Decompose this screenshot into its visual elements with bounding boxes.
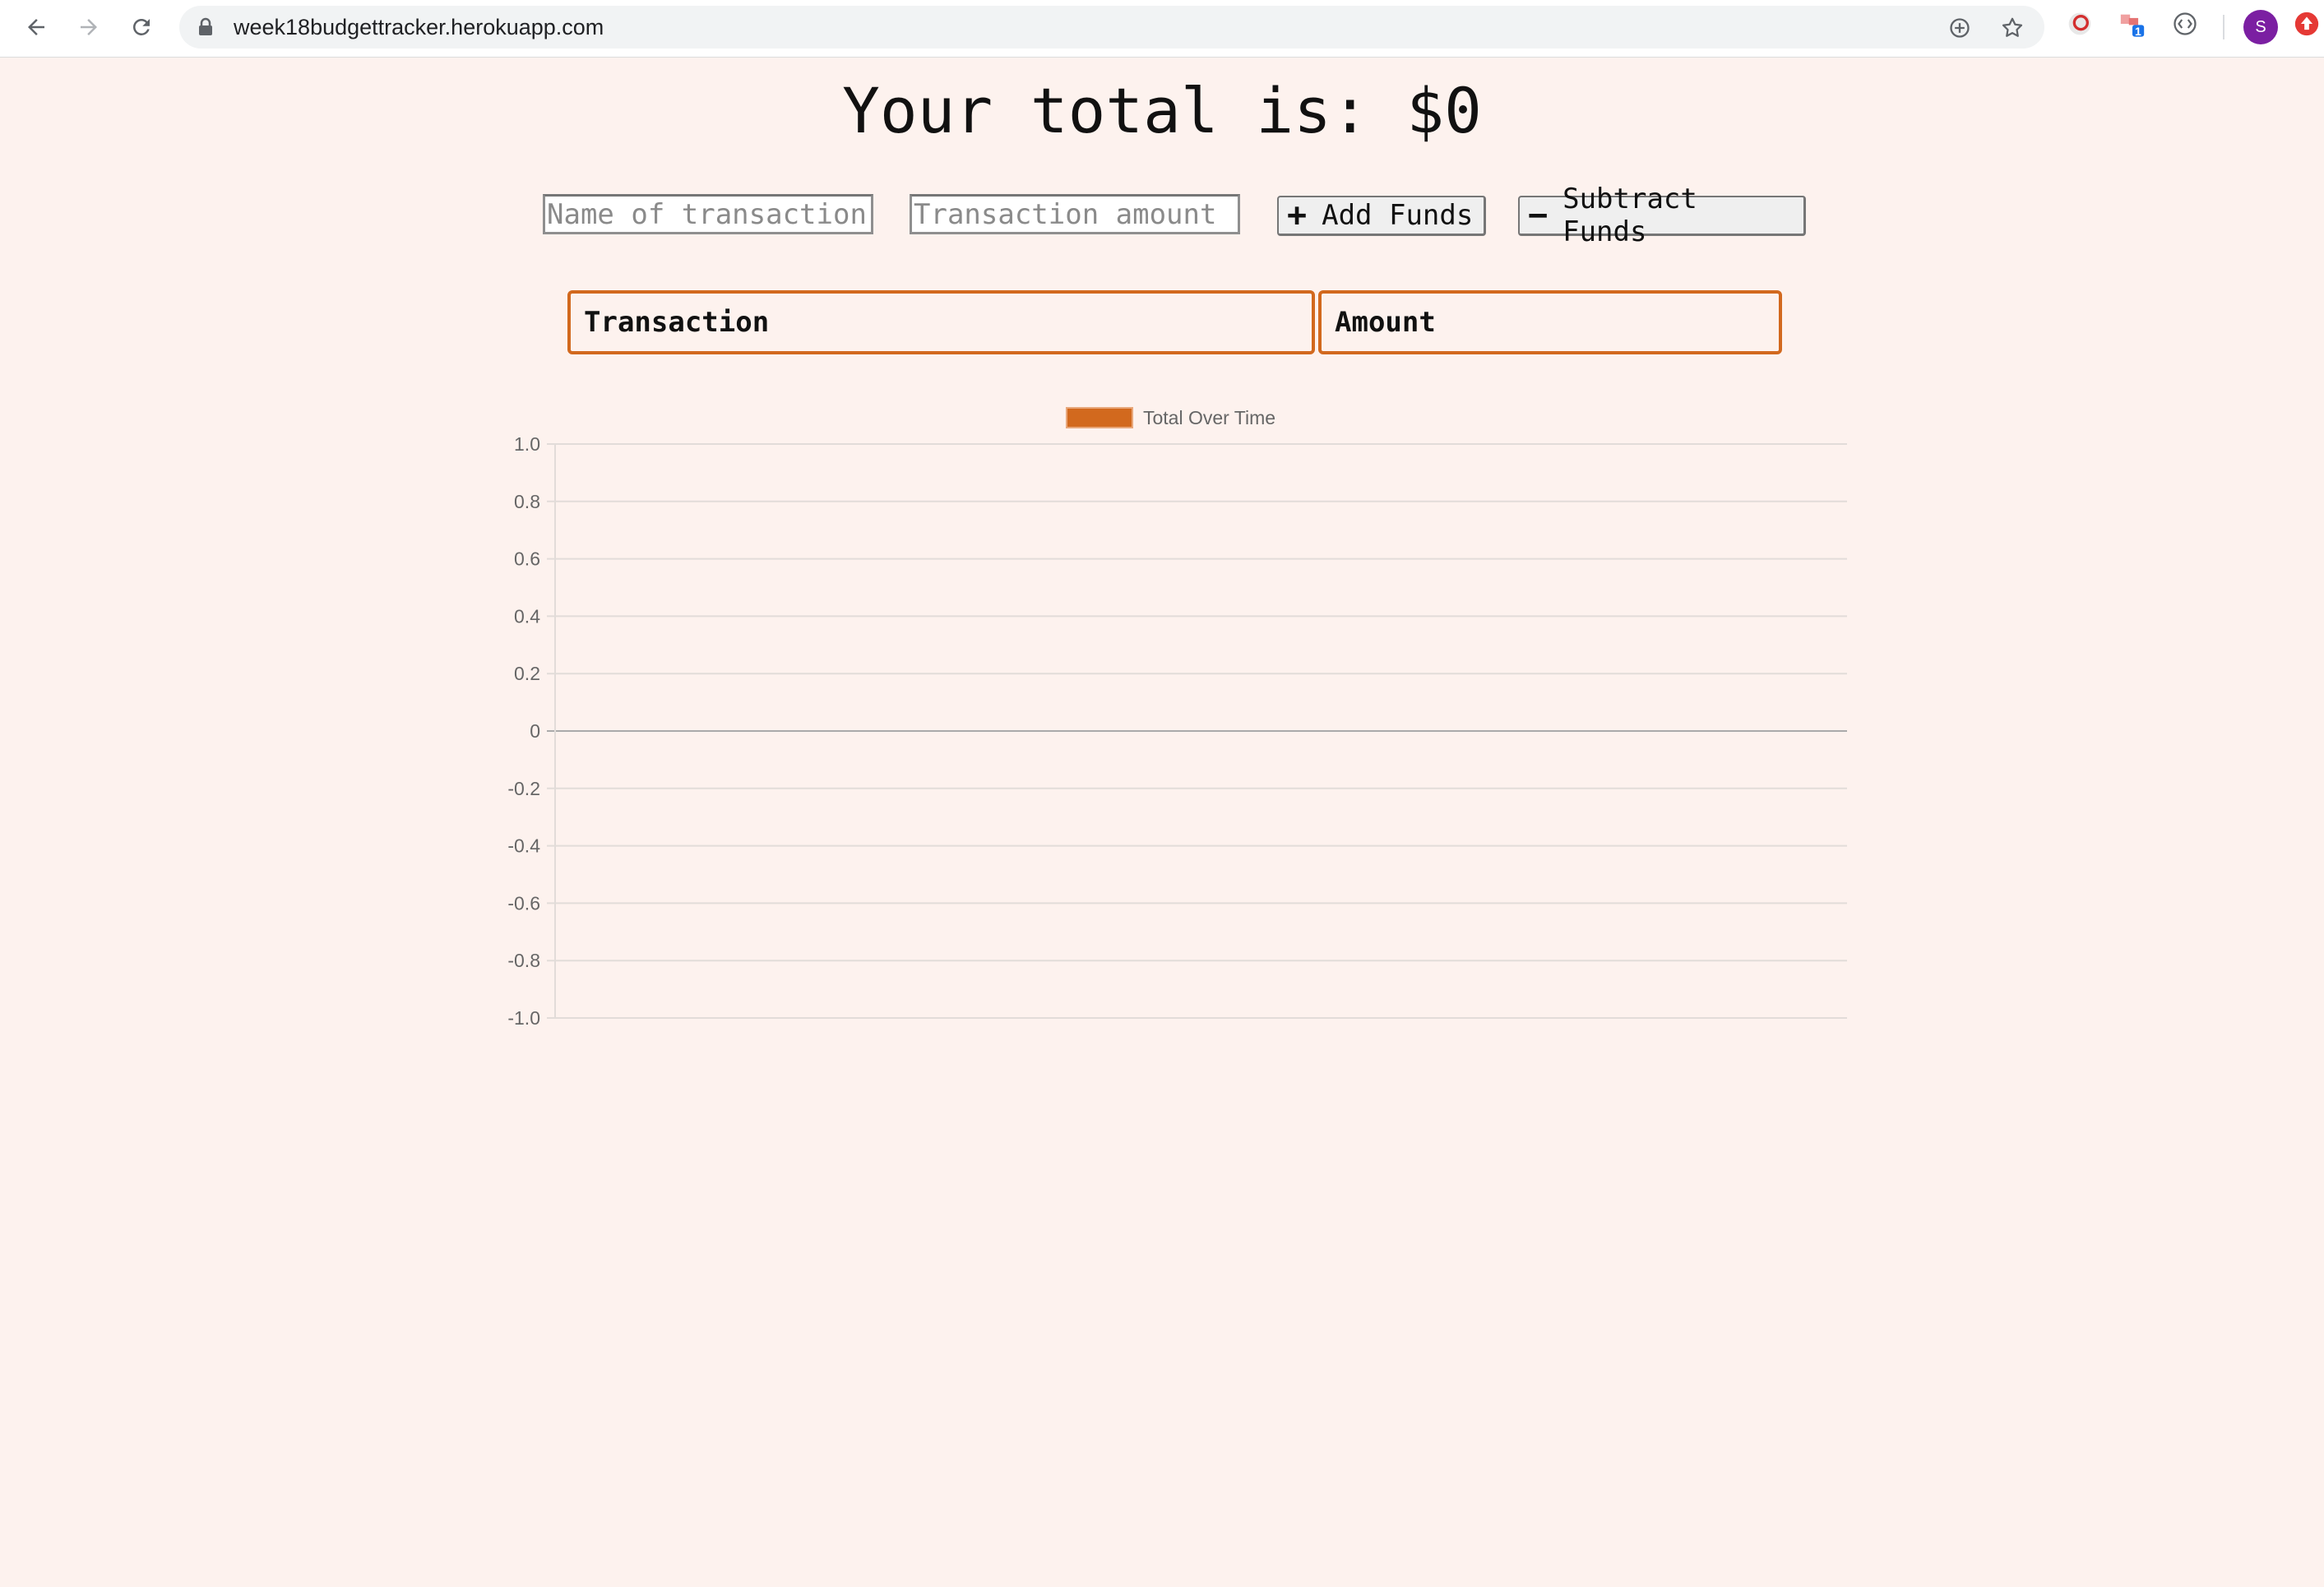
y-tick-label: -0.4	[507, 835, 540, 857]
legend-label: Total Over Time	[1143, 407, 1275, 428]
y-tick-label: 1.0	[514, 433, 540, 455]
legend-swatch	[1066, 407, 1133, 428]
y-tick-label: 0	[530, 720, 540, 742]
y-tick-label: -0.6	[507, 892, 540, 914]
y-tick-label: 0.2	[514, 663, 540, 684]
y-tick-label: 0.4	[514, 605, 540, 627]
y-tick-label: -1.0	[507, 1007, 540, 1029]
total-over-time-chart: Total Over Time 1.0 0.8 0.6 0.4 0.2 0 -0.2 -0.4 -…	[507, 407, 1847, 1029]
y-tick-label: 0.6	[514, 548, 540, 570]
y-tick-label: -0.2	[507, 778, 540, 799]
y-tick-label: 0.8	[514, 491, 540, 512]
y-tick-label: -0.8	[507, 950, 540, 971]
